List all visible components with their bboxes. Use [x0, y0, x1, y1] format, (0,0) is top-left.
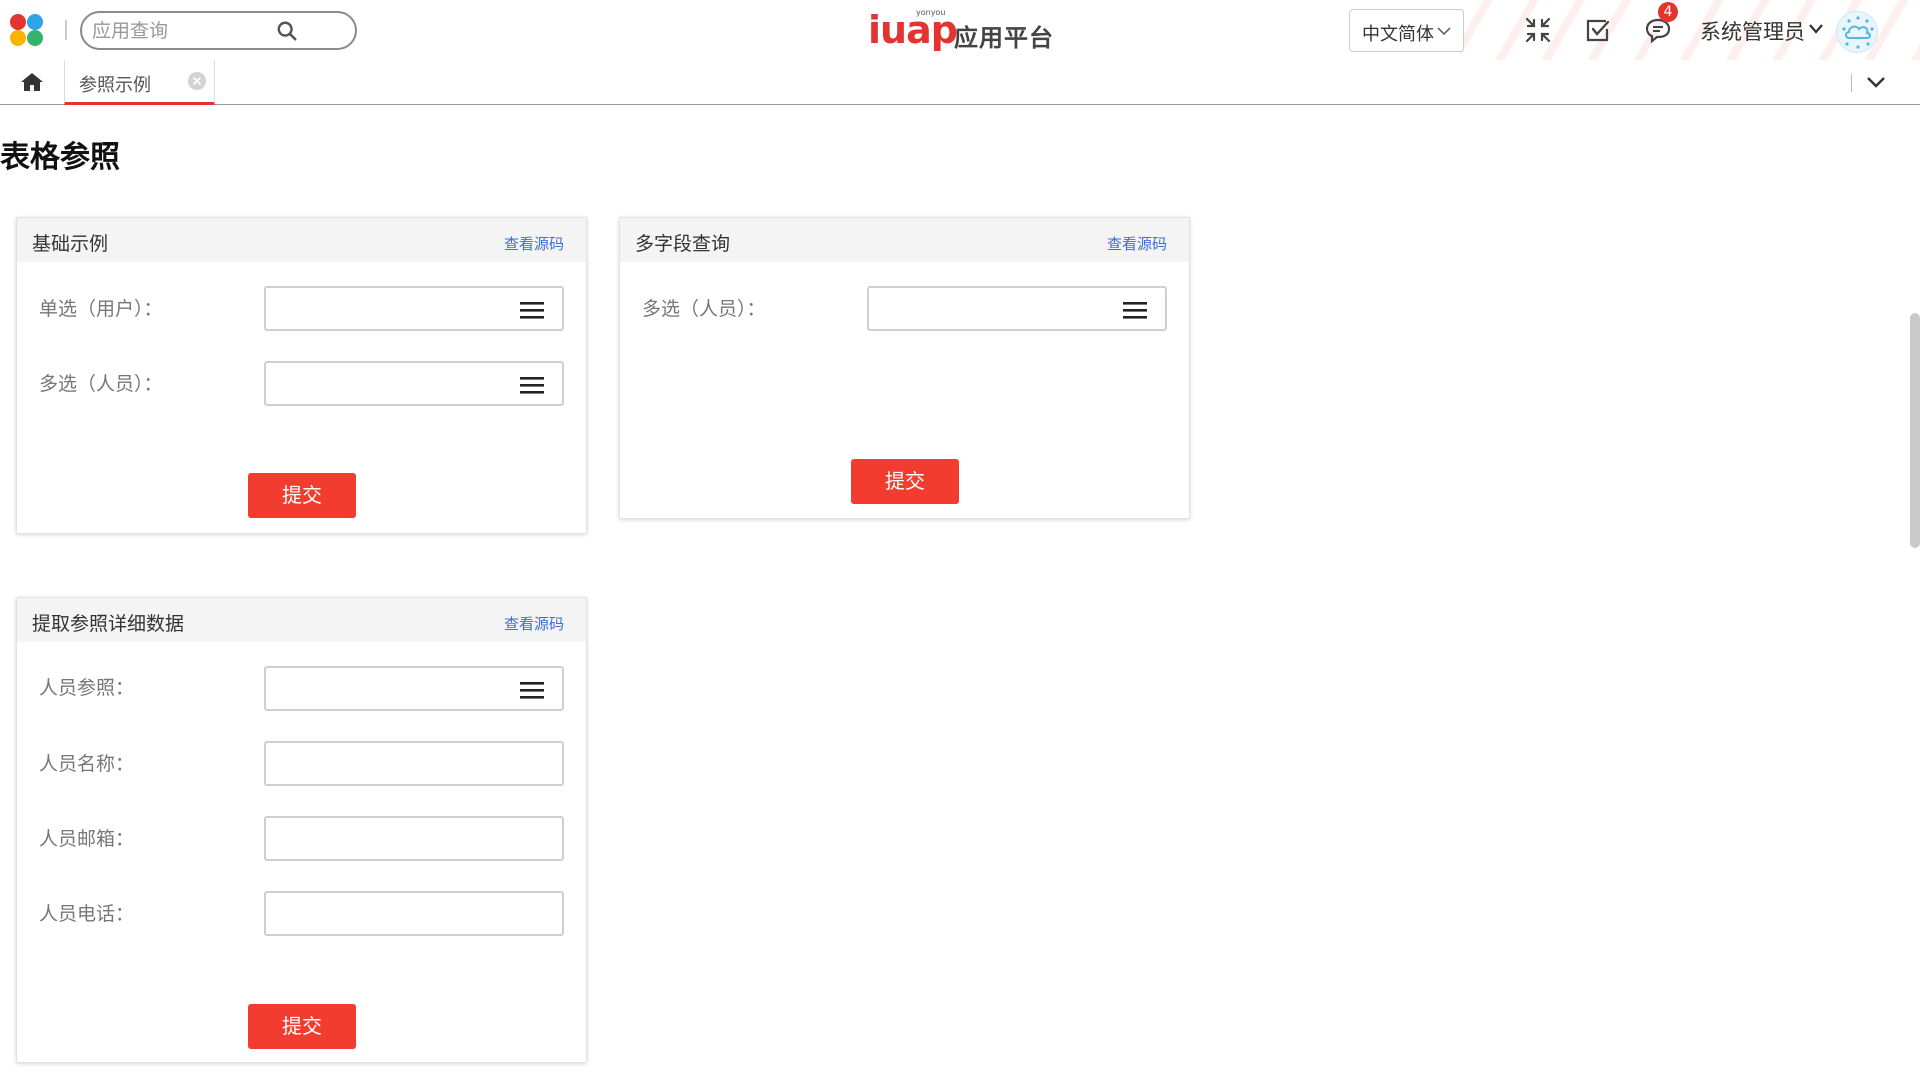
user-name[interactable]: 系统管理员: [1700, 16, 1805, 46]
avatar[interactable]: [1836, 11, 1878, 53]
submit-button[interactable]: 提交: [248, 1004, 356, 1049]
view-source-link[interactable]: 查看源码: [1107, 233, 1167, 254]
person-ref-input[interactable]: [264, 666, 564, 711]
ref-multi-field-input[interactable]: [867, 286, 1167, 331]
home-icon: [21, 73, 43, 91]
view-source-link[interactable]: 查看源码: [504, 233, 564, 254]
language-select[interactable]: 中文简体: [1349, 9, 1464, 52]
menu-icon[interactable]: [1123, 300, 1147, 320]
iuap-logo: yonyou iuap 应用平台: [868, 8, 1068, 52]
submit-button[interactable]: 提交: [851, 459, 959, 504]
logo-platform-text: 应用平台: [954, 24, 1054, 52]
card-header: 多字段查询 查看源码: [620, 218, 1189, 262]
card-title: 多字段查询: [635, 233, 731, 255]
person-email-input[interactable]: [264, 816, 564, 861]
field-label: 人员参照：: [39, 677, 135, 699]
app-search-input[interactable]: [92, 19, 292, 43]
chevron-down-icon: [1437, 27, 1451, 36]
menu-icon[interactable]: [520, 300, 544, 320]
tab-reference-example[interactable]: 参照示例: [64, 60, 215, 105]
field-label: 多选（人员）：: [642, 298, 766, 320]
header-divider: [65, 20, 67, 40]
field-label: 单选（用户）：: [39, 298, 163, 320]
scrollbar-thumb[interactable]: [1910, 313, 1920, 548]
card-multi-field-query: 多字段查询 查看源码 多选（人员）： 提交: [619, 217, 1190, 519]
search-icon[interactable]: [276, 20, 298, 42]
submit-button[interactable]: 提交: [248, 473, 356, 518]
top-header: yonyou iuap 应用平台 中文简体 4 系统管理员: [0, 0, 1920, 60]
tab-bar: 参照示例: [0, 60, 1920, 105]
menu-icon[interactable]: [520, 680, 544, 700]
tab-home[interactable]: [0, 60, 64, 104]
chevron-down-icon[interactable]: [1866, 75, 1886, 89]
language-value: 中文简体: [1362, 24, 1434, 45]
field-label: 多选（人员）：: [39, 373, 163, 395]
view-source-link[interactable]: 查看源码: [504, 613, 564, 634]
tab-label: 参照示例: [79, 75, 151, 96]
ref-multi-person-input[interactable]: [264, 361, 564, 406]
menu-icon[interactable]: [520, 375, 544, 395]
checklist-icon[interactable]: [1584, 16, 1612, 44]
ref-single-user-input[interactable]: [264, 286, 564, 331]
person-name-input[interactable]: [264, 741, 564, 786]
card-title: 提取参照详细数据: [32, 613, 185, 635]
chevron-down-icon[interactable]: [1808, 23, 1824, 35]
cloud-avatar-icon: [1842, 16, 1874, 49]
card-header: 基础示例 查看源码: [17, 218, 586, 262]
close-icon[interactable]: [188, 72, 206, 90]
card-title: 基础示例: [32, 233, 109, 255]
tab-divider: [1851, 74, 1852, 92]
app-search[interactable]: [80, 11, 357, 50]
field-label: 人员名称：: [39, 753, 135, 775]
card-extract-detail-data: 提取参照详细数据 查看源码 人员参照： 人员名称： 人员邮箱： 人员电话： 提交: [16, 597, 587, 1063]
page-title: 表格参照: [0, 140, 120, 175]
card-basic-example: 基础示例 查看源码 单选（用户）： 多选（人员）： 提交: [16, 217, 587, 534]
card-header: 提取参照详细数据 查看源码: [17, 598, 586, 642]
person-phone-input[interactable]: [264, 891, 564, 936]
field-label: 人员电话：: [39, 903, 135, 925]
notification-badge: 4: [1658, 2, 1678, 22]
logo-iuap-text: iuap: [868, 8, 958, 52]
collapse-icon[interactable]: [1524, 16, 1552, 44]
field-label: 人员邮箱：: [39, 828, 135, 850]
app-grid-icon[interactable]: [10, 14, 46, 48]
